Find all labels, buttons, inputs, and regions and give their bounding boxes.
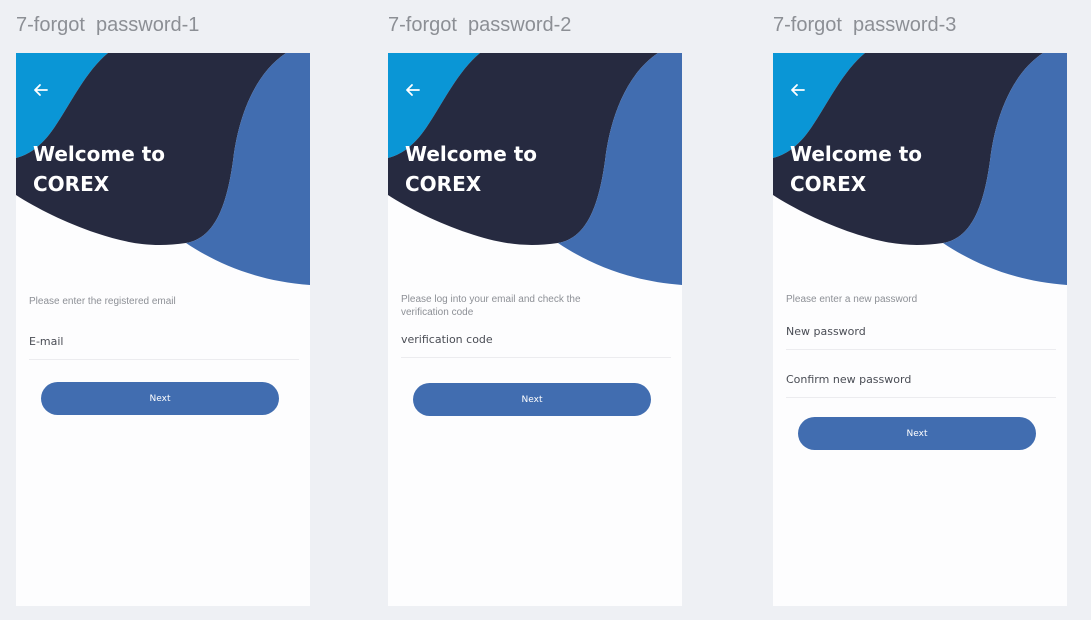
frame-title: 7-forgot password-1 (16, 14, 200, 36)
verification-code-field[interactable] (401, 321, 671, 361)
email-input[interactable] (29, 323, 299, 363)
welcome-heading: Welcome to COREX (33, 139, 165, 199)
brand-name: COREX (790, 172, 867, 196)
instruction-text: Please enter a new password (786, 294, 918, 305)
verification-code-input[interactable] (401, 321, 671, 361)
arrow-left-icon[interactable] (402, 79, 424, 101)
welcome-heading: Welcome to COREX (790, 139, 922, 199)
arrow-left-icon[interactable] (30, 79, 52, 101)
next-button[interactable]: Next (41, 382, 279, 415)
instruction-text: Please log into your email and check the… (401, 294, 581, 318)
frame-title: 7-forgot password-3 (773, 14, 957, 36)
next-button[interactable]: Next (798, 417, 1036, 450)
arrow-left-icon[interactable] (787, 79, 809, 101)
new-password-field[interactable] (786, 313, 1056, 353)
instruction-text: Please enter the registered email (29, 296, 176, 307)
brand-name: COREX (405, 172, 482, 196)
confirm-password-field[interactable] (786, 361, 1056, 401)
forgot-password-screen-2: Welcome to COREX Please log into your em… (388, 53, 682, 606)
confirm-password-input[interactable] (786, 361, 1056, 401)
welcome-line: Welcome to (790, 142, 923, 166)
forgot-password-screen-3: Welcome to COREX Please enter a new pass… (773, 53, 1067, 606)
next-button[interactable]: Next (413, 383, 651, 416)
welcome-line: Welcome to (33, 142, 166, 166)
frame-title: 7-forgot password-2 (388, 14, 572, 36)
welcome-heading: Welcome to COREX (405, 139, 537, 199)
email-field[interactable] (29, 323, 299, 363)
brand-name: COREX (33, 172, 110, 196)
forgot-password-screen-1: Welcome to COREX Please enter the regist… (16, 53, 310, 606)
welcome-line: Welcome to (405, 142, 538, 166)
new-password-input[interactable] (786, 313, 1056, 353)
